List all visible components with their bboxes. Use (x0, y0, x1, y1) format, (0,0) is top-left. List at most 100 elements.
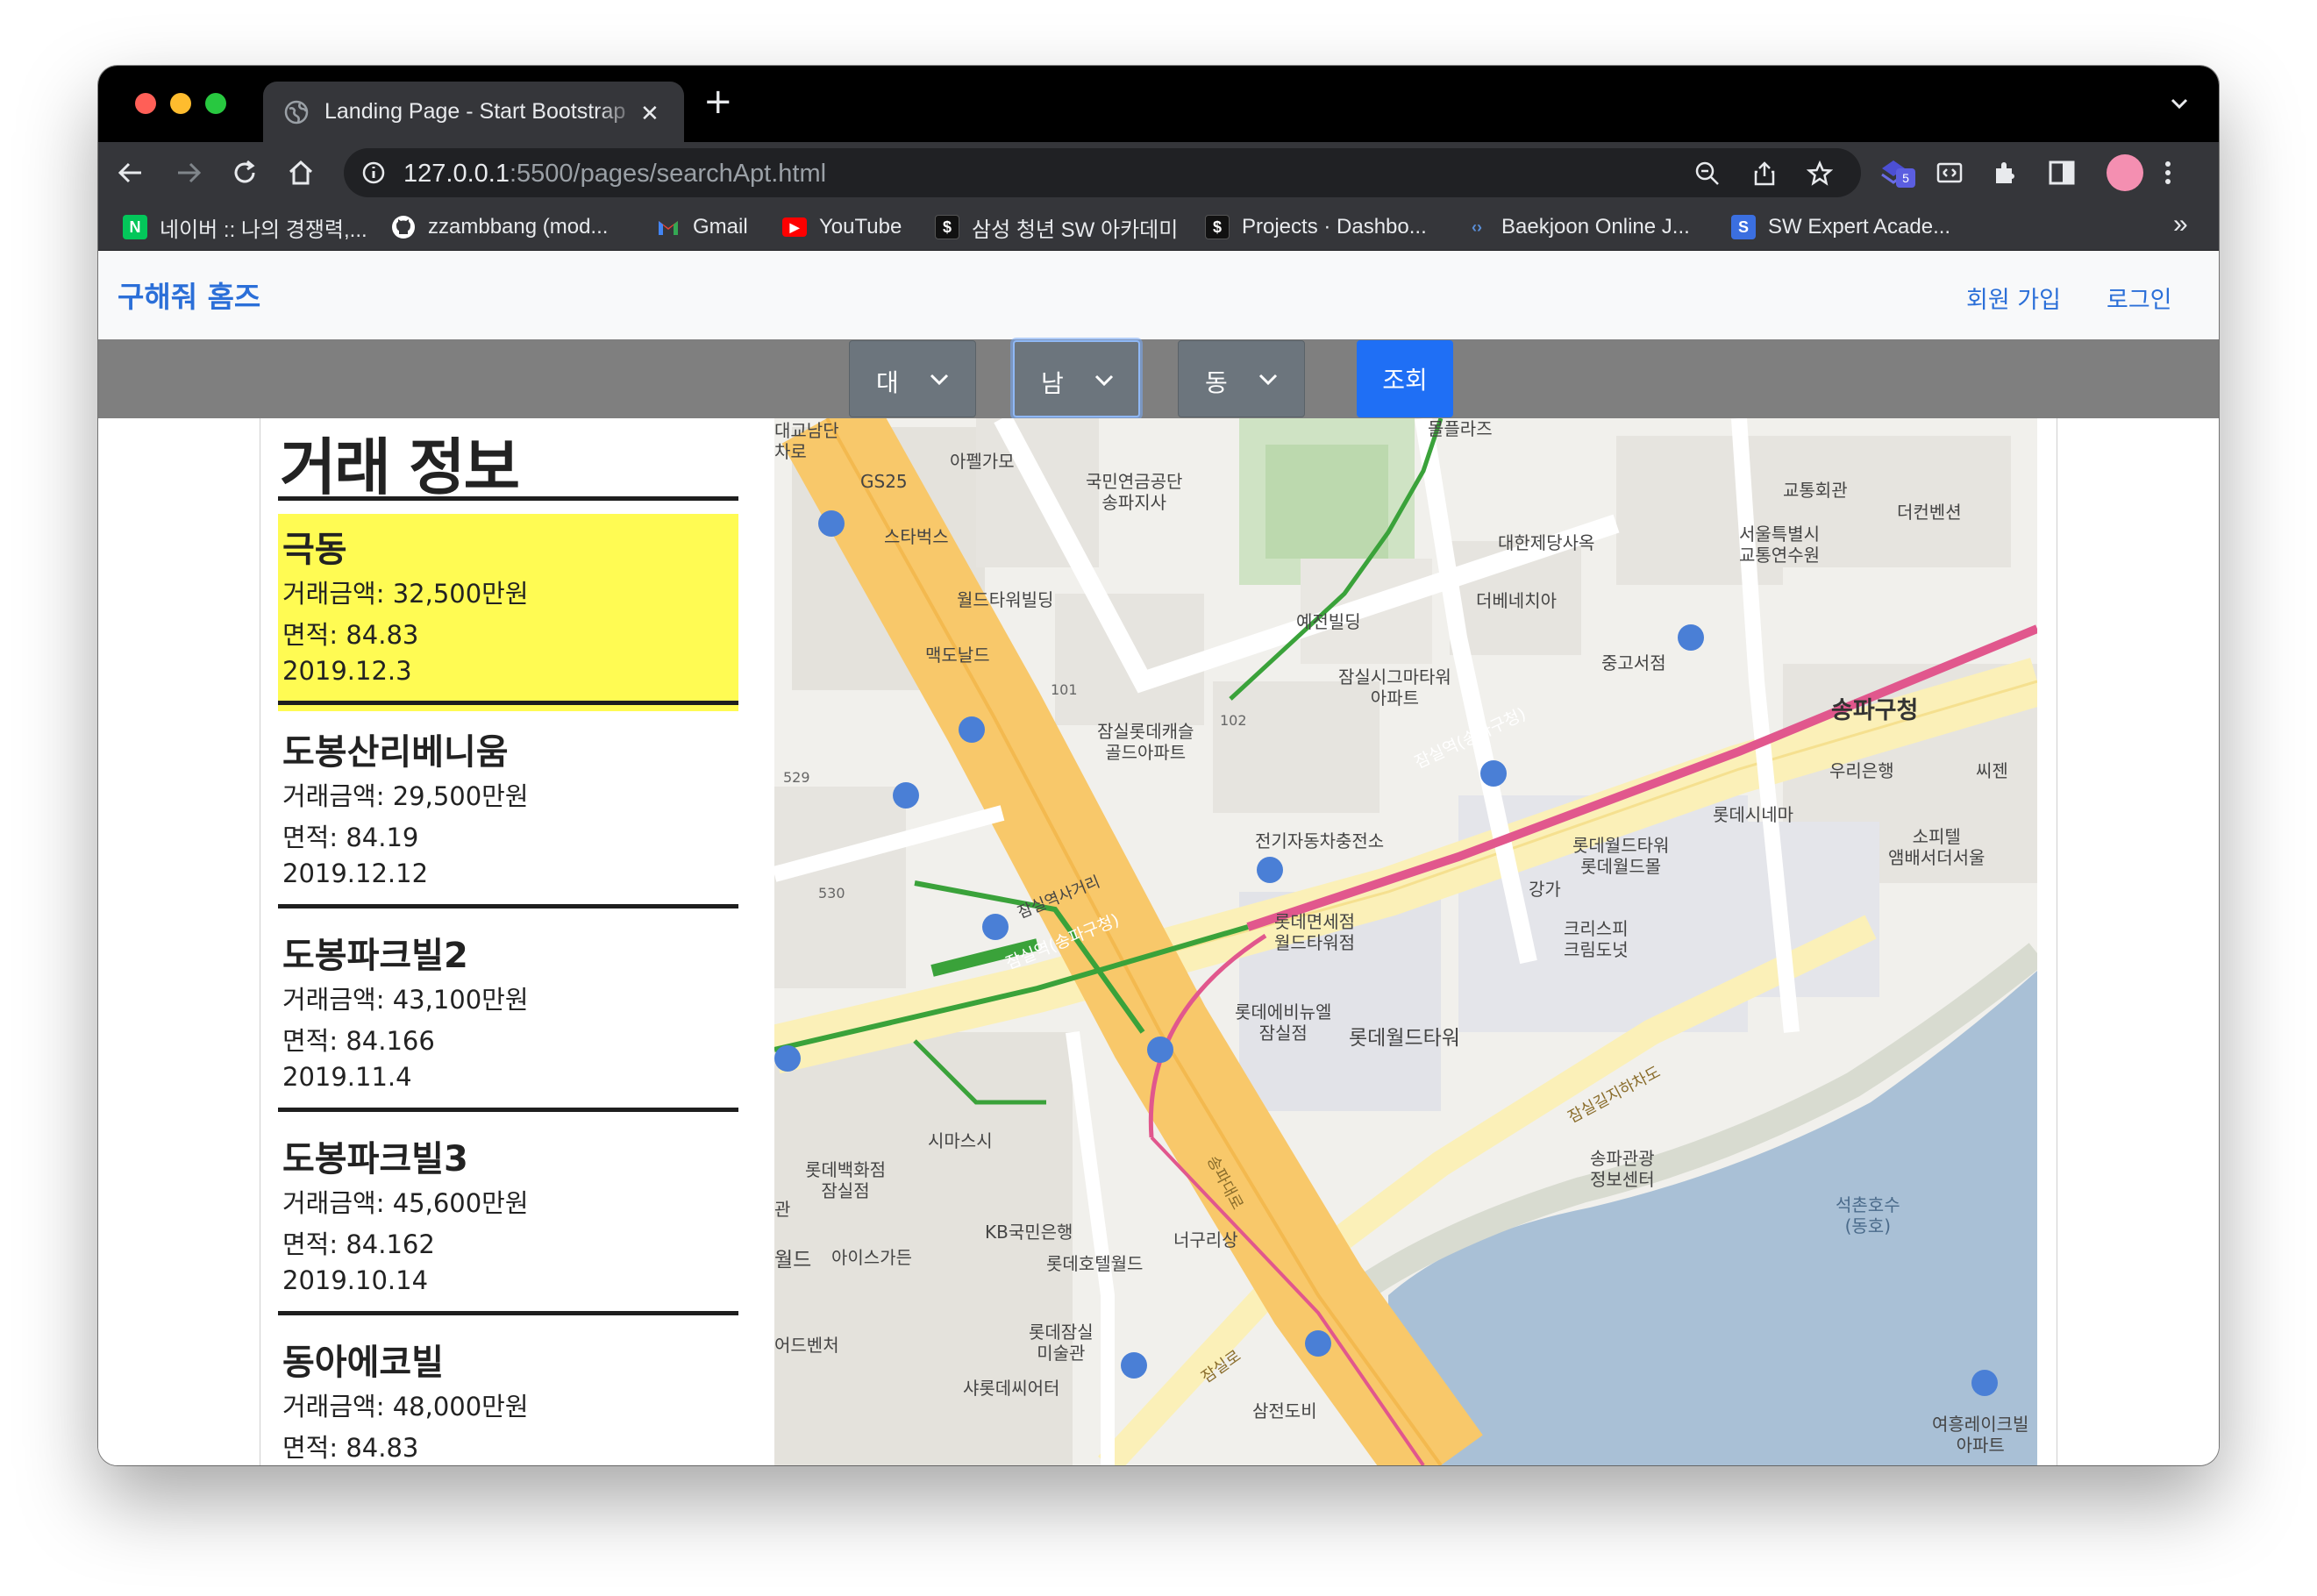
bookmark-projects[interactable]: $ Projects · Dashbo... (1205, 213, 1427, 241)
chevron-down-icon (1094, 374, 1114, 387)
bookmark-gmail[interactable]: Gmail (656, 213, 748, 241)
reload-icon[interactable] (230, 158, 260, 188)
map-label: 삼전도비 (1252, 1400, 1317, 1421)
deal-item[interactable]: 동아에코빌 거래금액: 48,000만원 면적: 84.83 (278, 1327, 738, 1465)
deal-date: 2019.11.4 (282, 1062, 412, 1092)
tab-strip: Landing Page - Start Bootstrap ✕ + (98, 66, 2219, 142)
deal-price: 거래금액: 48,000만원 (282, 1392, 529, 1421)
deal-price: 거래금액: 29,500만원 (282, 781, 529, 811)
page-viewport: 구해줘 홈즈 회원 가입 로그인 대 남 동 조회 거래 정보 극동 거래금액:… (98, 251, 2219, 1465)
close-window-button[interactable] (135, 93, 156, 114)
bookmark-youtube[interactable]: ▶ YouTube (782, 213, 902, 241)
map-label: 롯데백화점 잠실점 (805, 1159, 886, 1201)
map-label: GS25 (860, 471, 908, 492)
github-icon (392, 216, 415, 239)
map-label: 송파관광 정보센터 (1590, 1148, 1655, 1190)
divider (278, 1311, 738, 1315)
map-label: 아펠가모 (950, 451, 1015, 472)
gitlab-icon: $ (1205, 215, 1230, 239)
home-icon[interactable] (286, 158, 316, 188)
map-label: 예전빌딩 (1296, 611, 1361, 632)
bookmarks-overflow-icon[interactable]: » (2173, 210, 2188, 239)
deal-name: 도봉파크빌3 (282, 1139, 468, 1179)
map-label: 월드타워빌딩 (957, 589, 1054, 610)
site-navbar: 구해줘 홈즈 회원 가입 로그인 (98, 251, 2219, 339)
divider (278, 904, 738, 908)
deal-area: 면적: 84.83 (282, 1433, 419, 1463)
chevron-down-icon[interactable] (2168, 92, 2191, 115)
map-label: 스타벅스 (884, 526, 949, 547)
bookmark-ssafy[interactable]: $ 삼성 청년 SW 아카데미 (935, 213, 1178, 242)
map-label: 석촌호수 (동호) (1836, 1194, 1900, 1236)
deal-name: 도봉산리베니움 (282, 732, 509, 773)
deal-item[interactable]: 도봉파크빌3 거래금액: 45,600만원 면적: 84.162 2019.10… (278, 1123, 738, 1321)
map-label: 롯데잠실 미술관 (1029, 1322, 1094, 1364)
swea-icon: S (1731, 215, 1756, 239)
deal-date: 2019.10.14 (282, 1265, 429, 1295)
deal-area: 면적: 84.162 (282, 1229, 435, 1259)
bookmark-baekjoon[interactable]: ‹› Baekjoon Online J... (1465, 213, 1690, 241)
bookmark-star-icon[interactable] (1807, 160, 1833, 187)
extension-badge: 5 (1896, 168, 1915, 188)
deal-price: 거래금액: 43,100만원 (282, 985, 529, 1015)
deal-area: 면적: 84.166 (282, 1026, 435, 1056)
map-label: 더컨벤션 (1897, 502, 1962, 523)
profile-avatar[interactable] (2107, 154, 2143, 191)
browser-toolbar: 127.0.0.1:5500/pages/searchApt.html 5 (98, 142, 2219, 203)
deal-list-panel: 거래 정보 극동 거래금액: 32,500만원 면적: 84.83 2019.1… (260, 418, 774, 1465)
url-text: 127.0.0.1:5500/pages/searchApt.html (403, 160, 827, 188)
map-label: 씨젠 (1976, 760, 2008, 781)
tab-title: Landing Page - Start Bootstrap (324, 99, 626, 124)
share-icon[interactable] (1751, 160, 1778, 187)
signup-link[interactable]: 회원 가입 (1966, 281, 2061, 315)
map-label: 여흥레이크빌 아파트 (1932, 1414, 2029, 1456)
deal-date: 2019.12.3 (282, 656, 412, 686)
tab-landing-page[interactable]: Landing Page - Start Bootstrap ✕ (263, 82, 684, 142)
address-bar[interactable]: 127.0.0.1:5500/pages/searchApt.html (344, 148, 1861, 197)
map-label: 소피텔 앰배서더서울 (1888, 826, 1985, 868)
map-label: 대교남단 차로 (774, 420, 839, 462)
divider (278, 1108, 738, 1112)
bookmark-github[interactable]: zzambbang (mod... (391, 213, 608, 241)
divider (278, 496, 738, 501)
back-icon[interactable] (116, 158, 146, 188)
login-link[interactable]: 로그인 (2107, 281, 2172, 315)
cast-icon[interactable] (1935, 158, 1964, 188)
deal-item[interactable]: 도봉산리베니움 거래금액: 29,500만원 면적: 84.19 2019.12… (278, 716, 738, 914)
map-label: 529 (783, 769, 810, 786)
map-label: 잠실롯데캐슬 골드아파트 (1097, 721, 1194, 763)
dong-select[interactable]: 동 (1178, 340, 1305, 417)
puzzle-icon[interactable] (1991, 158, 2021, 188)
map-label: 맥도날드 (925, 645, 990, 666)
district-select[interactable]: 남 (1013, 340, 1140, 417)
zoom-icon[interactable] (1694, 160, 1721, 187)
maximize-window-button[interactable] (205, 93, 226, 114)
new-tab-button[interactable]: + (703, 82, 733, 122)
side-panel-icon[interactable] (2047, 158, 2077, 188)
forward-icon[interactable] (174, 158, 203, 188)
bookmark-naver[interactable]: N 네이버 :: 나의 경쟁력,... (123, 213, 367, 242)
map-label: 101 (1051, 681, 1078, 698)
map-label: 월드 (774, 1249, 812, 1272)
chevron-down-icon (930, 374, 949, 386)
deal-item[interactable]: 도봉파크빌2 거래금액: 43,100만원 면적: 84.166 2019.11… (278, 920, 738, 1117)
chevron-down-icon (1258, 374, 1278, 386)
content-area: 거래 정보 극동 거래금액: 32,500만원 면적: 84.83 2019.1… (260, 418, 2057, 1465)
globe-icon (284, 100, 309, 125)
city-select[interactable]: 대 (849, 340, 976, 417)
minimize-window-button[interactable] (170, 93, 191, 114)
deal-item[interactable]: 극동 거래금액: 32,500만원 면적: 84.83 2019.12.3 (278, 514, 738, 711)
naver-icon: N (123, 215, 147, 239)
map-label: 전기자동차충전소 (1255, 830, 1385, 851)
brand-link[interactable]: 구해줘 홈즈 (118, 274, 260, 316)
site-info-icon[interactable] (361, 160, 386, 185)
map-label: 어드벤처 (774, 1335, 839, 1356)
close-tab-icon[interactable]: ✕ (640, 101, 659, 127)
bookmark-swea[interactable]: S SW Expert Acade... (1731, 213, 1950, 241)
kebab-menu-icon[interactable] (2161, 158, 2175, 188)
search-button[interactable]: 조회 (1357, 340, 1453, 417)
map-label: 교통회관 (1783, 480, 1848, 501)
map-label: 우리은행 (1829, 760, 1894, 781)
map-label: 롯데월드타워 롯데월드몰 (1572, 835, 1670, 877)
map-view[interactable]: GS25 아펠가모 국민연금공단 송파지사 스타벅스 월드타워빌딩 맥도날드 1… (774, 418, 2037, 1465)
